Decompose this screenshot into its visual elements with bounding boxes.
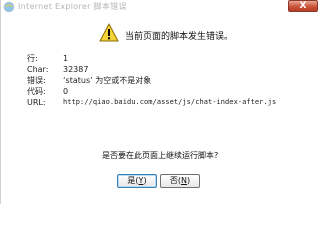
detail-label: 错误: [27, 76, 46, 85]
detail-value: 0 [63, 87, 69, 96]
close-icon: X [299, 1, 307, 11]
error-message: 当前页面的脚本发生错误。 [125, 32, 234, 42]
window-title: Internet Explorer 脚本错误 [18, 2, 127, 11]
script-error-dialog: Internet Explorer 脚本错误 X 当前页面的脚本发生错误。 行:… [0, 0, 321, 204]
yes-button-label-close: ) [143, 176, 147, 185]
detail-label: 代码: [27, 87, 46, 96]
detail-value: ‘status’ 为空或不是对象 [63, 76, 152, 85]
ie-globe-icon [3, 1, 15, 13]
no-button-label-close: ) [186, 176, 191, 185]
title-bar[interactable]: Internet Explorer 脚本错误 X [1, 0, 321, 15]
detail-value-url: http://qiao.baidu.com/asset/js/chat-inde… [63, 98, 277, 106]
detail-value: 1 [63, 54, 69, 63]
yes-button[interactable]: 是(Y) [117, 174, 157, 188]
no-button-label: 否( [169, 176, 181, 185]
yes-button-label: 是( [127, 176, 139, 185]
no-button[interactable]: 否(N) [160, 174, 200, 188]
detail-label: URL: [27, 98, 46, 107]
detail-label: Char: [27, 65, 49, 74]
detail-value: 32387 [63, 65, 89, 74]
close-button[interactable]: X [288, 0, 318, 12]
warning-icon [99, 23, 119, 42]
window-left-edge [1, 15, 6, 204]
continue-question: 是否要在此页面上继续运行脚本? [102, 151, 219, 160]
detail-label: 行: [27, 54, 38, 63]
